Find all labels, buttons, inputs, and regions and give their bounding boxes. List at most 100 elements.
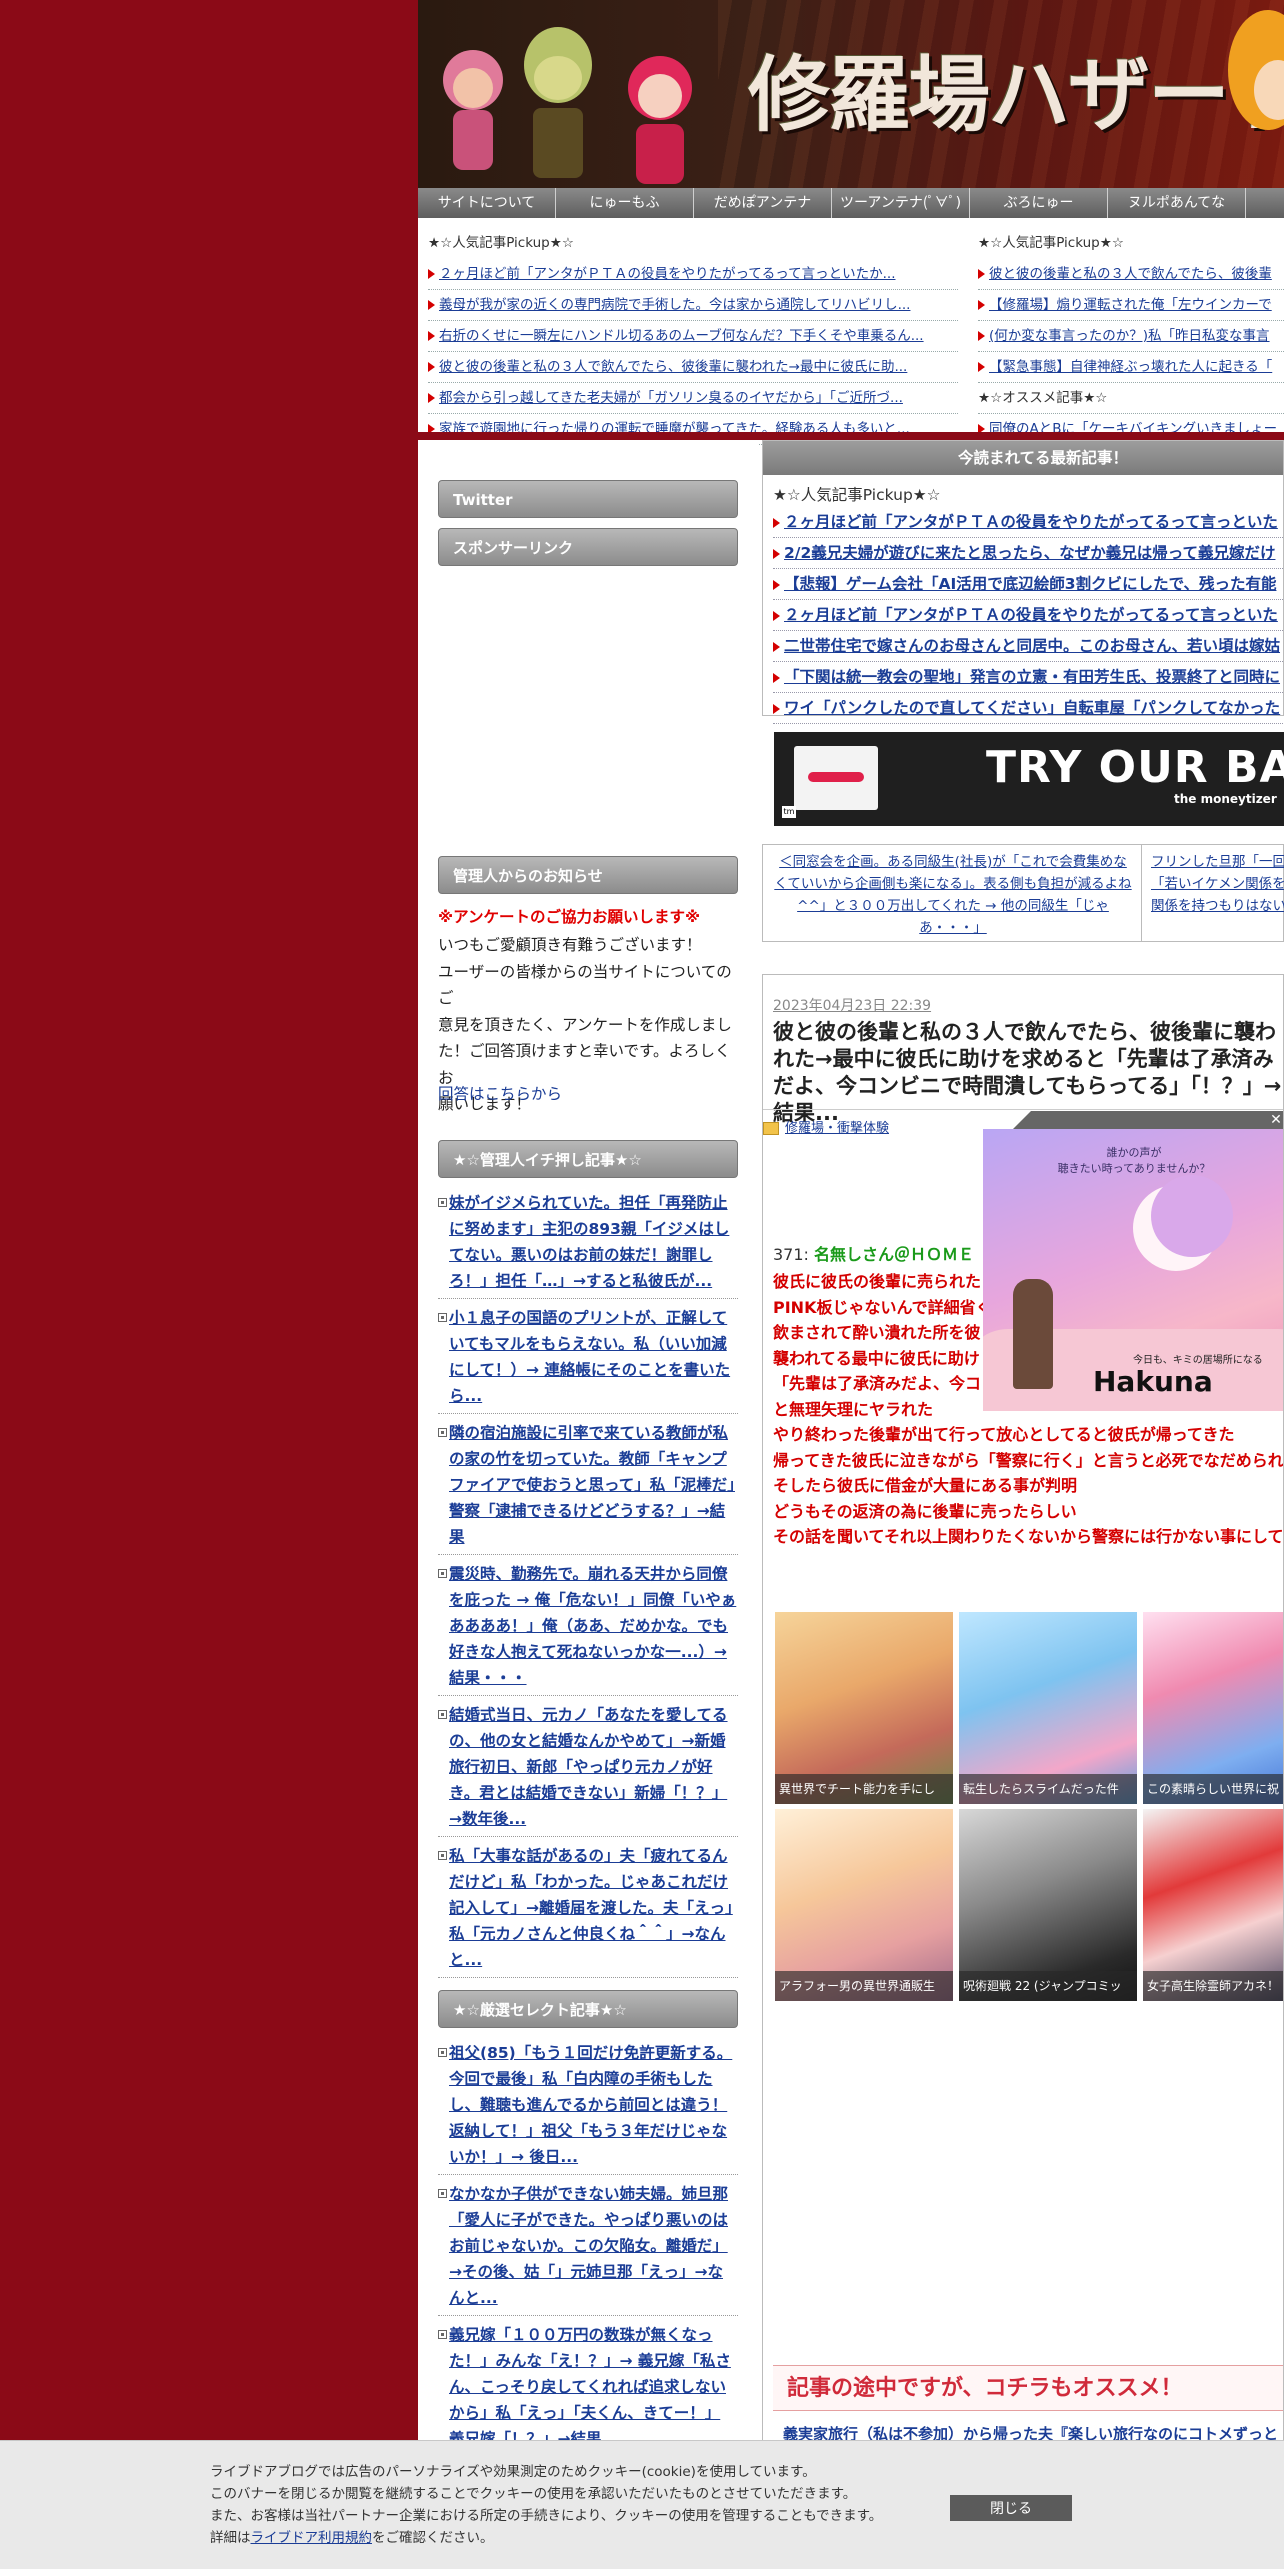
top-pickup-title: ★☆人気記事Pickup★☆ <box>978 235 1124 251</box>
manga-card[interactable]: アラフォー男の異世界通販生 <box>775 1809 953 2001</box>
recommend-subtitle: ★☆オススメ記事★☆ <box>978 383 1284 414</box>
overlay-ad[interactable]: 誰かの声が 聴きたい時ってありませんか？ 今日も、キミの居場所になる Hakun… <box>983 1129 1283 1411</box>
list-item[interactable]: 彼と彼の後輩と私の３人で飲んでたら、彼後輩 <box>978 259 1284 290</box>
list-item[interactable]: 【緊急事態】自律神経ぶっ壊れた人に起きる「 <box>978 352 1284 383</box>
list-item[interactable]: 隣の宿泊施設に引率で来ている教師が私の家の竹を切っていた。教師「キャンプファイア… <box>438 1414 738 1555</box>
character-illustration-icon <box>628 56 692 184</box>
sidebar: Twitter スポンサーリンク 管理人からのお知らせ ※アンケートのご協力お願… <box>426 440 758 2568</box>
post-author: 名無しさん＠ＨＯＭＥ <box>814 1245 975 1264</box>
pickup-list: 妹がイジメられていた。担任「再発防止に努めます」主犯の893親「イジメはしてない… <box>438 1184 738 1978</box>
article-title: 彼と彼の後輩と私の３人で飲んでたら、彼後輩に襲われた→最中に彼氏に助けを求めると… <box>773 1020 1282 1125</box>
cookie-consent-bar: ライブドアブログでは広告のパーソナライズや効果測定のためクッキー(cookie)… <box>0 2440 1284 2569</box>
site-header-banner[interactable]: 修羅場ハザード <box>418 0 1284 188</box>
list-item[interactable]: 震災時、勤務先で。崩れる天井から同僚を庇った → 俺「危ない！」同僚「いやぁああ… <box>438 1555 738 1696</box>
top-pickup-title: ★☆人気記事Pickup★☆ <box>428 235 574 251</box>
arrow-icon <box>773 610 780 621</box>
folder-icon <box>763 1122 779 1135</box>
latest-articles-box: 今読まれてる最新記事！ ★☆人気記事Pickup★☆ ２ヶ月ほど前「アンタがＰＴ… <box>762 440 1284 724</box>
list-item[interactable]: 彼と彼の後輩と私の３人で飲んでたら、彼後輩に襲われた→最中に彼氏に助... <box>428 352 958 383</box>
manga-card[interactable]: 女子高生除霊師アカネ！ <box>1143 1809 1283 2001</box>
list-item[interactable]: 2/2義兄夫婦が遊びに来たと思ったら、なぜか義兄は帰って義兄嫁だけ <box>773 538 1283 569</box>
next-article-link[interactable]: フリンした旦那「一回な 「若いイケメン関係を 関係を持つもりはない <box>1151 851 1284 917</box>
terms-link[interactable]: ライブドア利用規約 <box>251 2530 373 2546</box>
list-item[interactable]: なかなか子供ができない姉夫婦。姉旦那「愛人に子ができた。やっぱり悪いのはお前じゃ… <box>438 2175 738 2316</box>
blog-page: 修羅場ハザード サイトについて にゅーもふ だめぽアンテナ ツーアンテナ(ﾟ∀ﾟ… <box>418 0 1284 2568</box>
close-icon[interactable]: ✕ <box>1268 1112 1283 1128</box>
list-item[interactable]: 結婚式当日、元カノ「あなたを愛してるの、他の女と結婚なんかやめて」→新婚旅行初日… <box>438 1696 738 1837</box>
list-item[interactable]: 義母が我が家の近くの専門病院で手術した。今は家から通院してリハビリし... <box>428 290 958 321</box>
list-item[interactable]: ２ヶ月ほど前「アンタがＰＴＡの役員をやりたがってるって言っといた <box>773 600 1283 631</box>
person-illustration-icon <box>1013 1279 1053 1389</box>
list-item[interactable]: 二世帯住宅で嫁さんのお母さんと同居中。このお母さん、若い頃は嫁姑 <box>773 631 1283 662</box>
arrow-icon <box>773 548 780 559</box>
list-item[interactable]: (何か変な事言ったのか？)私「昨日私変な事言 <box>978 321 1284 352</box>
prev-article-link[interactable]: ＜同窓会を企画。ある同級生(社長)が「これで会費集めなくていいから企画側も楽にな… <box>773 851 1133 939</box>
nav-item-nyumofu[interactable]: にゅーもふ <box>556 188 694 218</box>
overlay-ad-brand: Hakuna <box>1093 1365 1213 1398</box>
ad-headline: TRY OUR BANNER <box>986 742 1284 793</box>
manga-card[interactable]: 転生したらスライムだった件 <box>959 1612 1137 1804</box>
site-logo[interactable]: 修羅場ハザード <box>748 28 1284 147</box>
list-item[interactable]: ２ヶ月ほど前「アンタがＰＴＡの役員をやりたがってるって言っといた <box>773 507 1283 538</box>
overlay-ad-tagline: 今日も、キミの居場所になる <box>1133 1355 1263 1366</box>
arrow-icon <box>428 331 435 341</box>
list-item[interactable]: 右折のくせに一瞬左にハンドル切るあのムーブ何なんだ？下手くそや車乗るん... <box>428 321 958 352</box>
list-item[interactable]: 小１息子の国語のプリントが、正解していてもマルをもらえない。私（いい加減にして！… <box>438 1299 738 1414</box>
arrow-icon <box>978 269 985 279</box>
list-item[interactable]: ２ヶ月ほど前「アンタがＰＴＡの役員をやりたがってるって言っといたか... <box>428 259 958 290</box>
ad-card-graphic <box>794 746 878 810</box>
list-item[interactable]: ワイ「パンクしたので直してください」自転車屋「パンクしてなかった <box>773 693 1283 724</box>
character-illustration-icon <box>524 27 592 178</box>
nav-item-nurupo[interactable]: ヌルポあんてな <box>1108 188 1246 218</box>
survey-link[interactable]: 回答はこちらから <box>438 1082 562 1104</box>
list-item[interactable]: 義兄嫁「１００万円の数珠が無くなった！」みんな「え！？」→ 義兄嫁「私さん、こっ… <box>438 2316 738 2457</box>
article-category[interactable]: 修羅場・衝撃体験 <box>763 1117 889 1136</box>
arrow-icon <box>428 393 435 403</box>
arrow-icon <box>978 300 985 310</box>
list-item[interactable]: 祖父(85)「もう１回だけ免許更新する。今回で最後」私「白内障の手術もしたし、難… <box>438 2034 738 2175</box>
sponsor-header: スポンサーリンク <box>438 528 738 566</box>
list-item[interactable]: 「下関は統一教会の聖地」発言の立憲・有田芳生氏、投票終了と同時に <box>773 662 1283 693</box>
twitter-widget-header[interactable]: Twitter <box>438 480 738 518</box>
character-illustration-icon <box>1228 10 1284 130</box>
list-item[interactable]: 私「大事な話があるの」夫「疲れてるんだけど」私「わかった。じゃあこれだけ記入して… <box>438 1837 738 1978</box>
nav-item-buronyu[interactable]: ぶろにゅー <box>970 188 1108 218</box>
nav-item-two-antenna[interactable]: ツーアンテナ(ﾟ∀ﾟ) <box>832 188 970 218</box>
article: 2023年04月23日 22:39 彼と彼の後輩と私の３人で飲んでたら、彼後輩に… <box>762 974 1284 2568</box>
bullet-icon <box>438 1428 447 1437</box>
notice-alert: ※アンケートのご協力お願いします※ <box>438 908 701 926</box>
arrow-icon <box>428 300 435 310</box>
arrow-icon <box>773 672 780 683</box>
cookie-notice-text: ライブドアブログでは広告のパーソナライズや効果測定のためクッキー(cookie)… <box>210 2464 883 2546</box>
list-item[interactable]: 妹がイジメられていた。担任「再発防止に努めます」主犯の893親「イジメはしてない… <box>438 1184 738 1299</box>
post-header: 371: 名無しさん＠ＨＯＭＥ <box>773 1241 974 1265</box>
ad-tm-badge: tm <box>782 806 796 818</box>
latest-header: 今読まれてる最新記事！ <box>763 441 1283 475</box>
bullet-icon <box>438 2330 447 2339</box>
arrow-icon <box>773 579 780 590</box>
ad-banner[interactable]: TRY OUR BANNER the moneytizer tm <box>774 732 1284 826</box>
post-number: 371: <box>773 1245 809 1264</box>
nav-item-damepo[interactable]: だめぽアンテナ <box>694 188 832 218</box>
arrow-icon <box>773 703 780 714</box>
article-date[interactable]: 2023年04月23日 22:39 <box>773 995 931 1015</box>
nav-item-about[interactable]: サイトについて <box>418 188 556 218</box>
list-item[interactable]: 【修羅場】煽り運転された俺「左ウインカーで <box>978 290 1284 321</box>
overlay-ad-tab <box>1013 1111 1283 1129</box>
global-nav: サイトについて にゅーもふ だめぽアンテナ ツーアンテナ(ﾟ∀ﾟ) ぶろにゅー … <box>418 188 1284 218</box>
list-item[interactable]: 都会から引っ越してきた老夫婦が「ガソリン臭るのイヤだから」「ご近所づ... <box>428 383 958 414</box>
cookie-close-button[interactable]: 閉じる <box>950 2495 1072 2521</box>
arrow-icon <box>428 362 435 372</box>
ad-brand: the moneytizer <box>1174 792 1277 806</box>
bullet-icon <box>438 1198 447 1207</box>
manga-card[interactable]: 呪術廻戦 22 (ジャンプコミッ <box>959 1809 1137 2001</box>
recommend-header: 記事の途中ですが、コチラもオススメ！ <box>773 2365 1283 2411</box>
section-divider <box>418 432 1284 440</box>
latest-title: ★☆人気記事Pickup★☆ <box>773 486 941 504</box>
bullet-icon <box>438 2189 447 2198</box>
manga-card[interactable]: この素晴らしい世界に祝 <box>1143 1612 1283 1804</box>
top-pickup-left: ★☆人気記事Pickup★☆ ２ヶ月ほど前「アンタがＰＴＡの役員をやりたがってる… <box>428 233 958 445</box>
manga-card[interactable]: 異世界でチート能力を手にし <box>775 1612 953 1804</box>
list-item[interactable]: 【悲報】ゲーム会社「AI活用で底辺絵師3割クビにしたで、残った有能 <box>773 569 1283 600</box>
bullet-icon <box>438 1313 447 1322</box>
